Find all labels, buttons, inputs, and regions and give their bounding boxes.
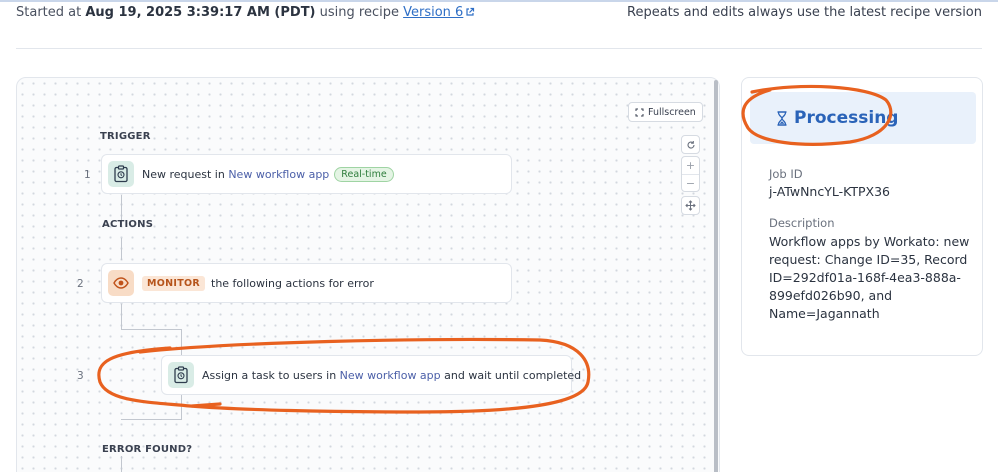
- step-number: 1: [84, 169, 91, 181]
- zoom-in-button[interactable]: +: [682, 157, 699, 174]
- job-info-panel: Processing Job ID j-ATwNncYL-KTPX36 Desc…: [741, 77, 983, 356]
- job-details-page: Started at Aug 19, 2025 3:39:17 AM (PDT)…: [0, 0, 998, 472]
- zoom-in-icon: +: [685, 159, 696, 172]
- connector-line: [181, 329, 182, 355]
- connector-line: [121, 456, 122, 472]
- external-link-icon: [466, 7, 475, 16]
- connector-line: [121, 304, 122, 330]
- eye-icon: [108, 270, 134, 296]
- start-timestamp: Aug 19, 2025 3:39:17 AM (PDT): [85, 5, 316, 20]
- status-text: Processing: [794, 108, 899, 128]
- fullscreen-icon: [635, 108, 644, 116]
- canvas-scrollbar[interactable]: [714, 80, 718, 472]
- realtime-badge: Real-time: [334, 166, 394, 182]
- step-number: 2: [77, 278, 84, 290]
- description-label: Description: [769, 216, 835, 230]
- recenter-button[interactable]: [681, 196, 700, 215]
- refresh-icon: [686, 140, 695, 149]
- workflow-app-icon: [108, 161, 134, 187]
- connector-line: [121, 329, 181, 330]
- connector-line: [181, 394, 182, 420]
- recenter-icon: [685, 200, 696, 211]
- app-link[interactable]: New workflow app: [228, 168, 329, 181]
- job-id-label: Job ID: [769, 167, 803, 181]
- connector-line: [121, 419, 181, 420]
- recipe-version-link[interactable]: Version 6: [403, 5, 475, 20]
- hourglass-icon: [776, 110, 788, 126]
- zoom-out-icon: −: [685, 176, 696, 190]
- step-number: 3: [77, 370, 84, 382]
- zoom-controls: + −: [681, 156, 700, 192]
- trigger-step[interactable]: New request in New workflow app Real-tim…: [101, 154, 512, 194]
- repeat-note: Repeats and edits always use the latest …: [627, 5, 982, 20]
- refresh-button[interactable]: [681, 135, 700, 154]
- status-banner: Processing: [750, 92, 976, 144]
- fullscreen-button[interactable]: Fullscreen: [628, 102, 703, 122]
- monitor-keyword: MONITOR: [142, 275, 205, 291]
- assign-task-step[interactable]: Assign a task to users in New workflow a…: [161, 355, 581, 395]
- description-value: Workflow apps by Workato: new request: C…: [769, 234, 970, 321]
- trigger-section-label: TRIGGER: [100, 131, 151, 142]
- connector-line: [121, 238, 122, 260]
- error-found-label: ERROR FOUND?: [102, 444, 193, 455]
- zoom-out-button[interactable]: −: [682, 174, 699, 191]
- recipe-canvas[interactable]: Fullscreen + − TRIGGER 1 New request in …: [16, 77, 720, 472]
- job-start-info: Started at Aug 19, 2025 3:39:17 AM (PDT)…: [16, 5, 475, 20]
- header-divider: [16, 48, 982, 49]
- monitor-step[interactable]: MONITOR the following actions for error: [101, 263, 512, 303]
- app-link[interactable]: New workflow app: [340, 369, 441, 382]
- actions-section-label: ACTIONS: [102, 219, 154, 230]
- workflow-app-icon: [168, 362, 194, 388]
- job-id-value: j-ATwNncYL-KTPX36: [769, 184, 890, 199]
